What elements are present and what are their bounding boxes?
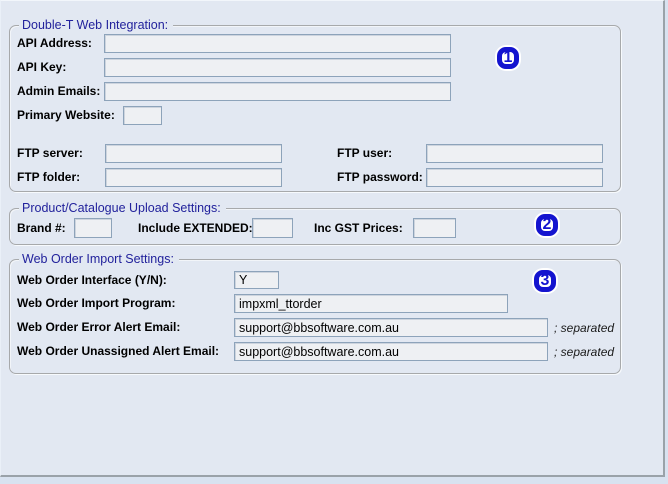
- error-email-separated-note: ; separated: [554, 321, 615, 335]
- group-product-catalogue-upload-settings: Product/Catalogue Upload Settings: Brand…: [9, 201, 621, 245]
- ftp-folder-label: FTP folder:: [17, 170, 81, 184]
- api-key-label: API Key:: [17, 60, 67, 74]
- api-address-input[interactable]: [104, 34, 451, 53]
- web-order-unassigned-alert-email-label: Web Order Unassigned Alert Email:: [17, 344, 220, 358]
- inc-gst-prices-input[interactable]: [413, 218, 456, 238]
- ftp-user-label: FTP user:: [337, 146, 393, 160]
- admin-emails-input[interactable]: [104, 82, 451, 101]
- annotation-badge-1: 1: [497, 47, 519, 69]
- admin-emails-label: Admin Emails:: [17, 84, 101, 98]
- group-double-t-web-integration: Double-T Web Integration: API Address: A…: [9, 18, 621, 192]
- settings-panel: Double-T Web Integration: API Address: A…: [0, 0, 665, 477]
- ftp-password-input[interactable]: [426, 168, 603, 187]
- group-title-web-order-import-settings: Web Order Import Settings:: [19, 252, 179, 267]
- include-extended-label: Include EXTENDED:: [138, 221, 253, 235]
- brand-number-input[interactable]: [74, 218, 112, 238]
- brand-number-label: Brand #:: [17, 221, 66, 235]
- web-order-unassigned-alert-email-input[interactable]: [234, 342, 548, 361]
- group-title-product-catalogue-upload-settings: Product/Catalogue Upload Settings:: [19, 201, 226, 216]
- annotation-badge-2: 2: [536, 214, 558, 236]
- annotation-badge-3: 3: [534, 270, 556, 292]
- unassigned-email-separated-note: ; separated: [554, 345, 615, 359]
- web-order-import-program-label: Web Order Import Program:: [17, 296, 176, 310]
- api-key-input[interactable]: [104, 58, 451, 77]
- primary-website-label: Primary Website:: [17, 108, 115, 122]
- api-address-label: API Address:: [17, 36, 92, 50]
- web-order-error-alert-email-input[interactable]: [234, 318, 548, 337]
- web-order-interface-input[interactable]: [234, 271, 279, 289]
- inc-gst-prices-label: Inc GST Prices:: [314, 221, 403, 235]
- web-order-error-alert-email-label: Web Order Error Alert Email:: [17, 320, 181, 334]
- ftp-password-label: FTP password:: [337, 170, 423, 184]
- ftp-server-input[interactable]: [105, 144, 282, 163]
- ftp-user-input[interactable]: [426, 144, 603, 163]
- group-title-double-t-web-integration: Double-T Web Integration:: [19, 18, 174, 33]
- ftp-server-label: FTP server:: [17, 146, 83, 160]
- primary-website-input[interactable]: [123, 106, 162, 125]
- group-web-order-import-settings: Web Order Import Settings: Web Order Int…: [9, 252, 621, 374]
- include-extended-input[interactable]: [252, 218, 293, 238]
- ftp-folder-input[interactable]: [105, 168, 282, 187]
- web-order-interface-label: Web Order Interface (Y/N):: [17, 273, 167, 287]
- web-order-import-program-input[interactable]: [234, 294, 508, 313]
